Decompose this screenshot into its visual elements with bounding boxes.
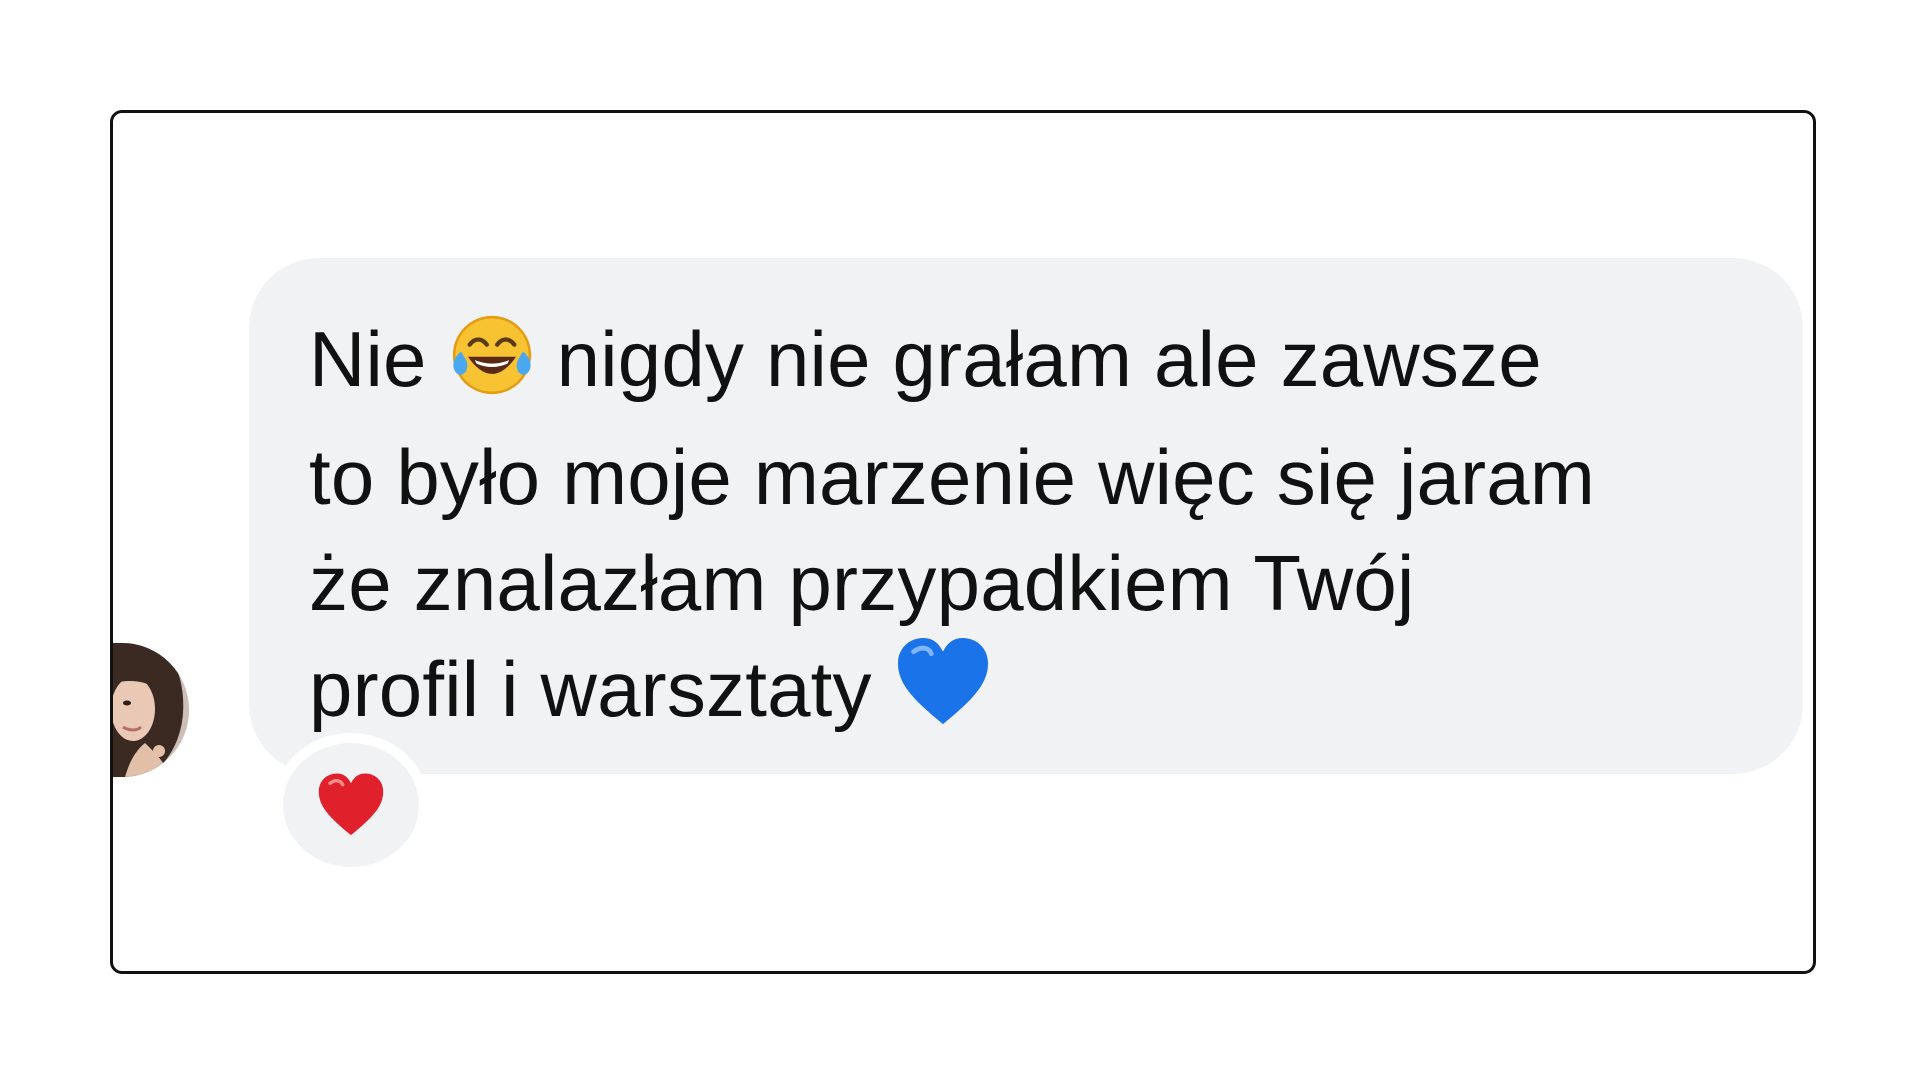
avatar[interactable]	[113, 643, 189, 777]
message-bubble[interactable]: Nie nigdy nie grałam ale zawsze to było …	[249, 258, 1803, 774]
blue-heart-icon	[894, 636, 992, 754]
message-text-segment: to było moje marzenie więc się jaram	[309, 433, 1596, 521]
message-text-segment: Nie	[309, 315, 427, 403]
conversation-frame: Nie nigdy nie grałam ale zawsze to było …	[110, 110, 1816, 974]
avatar-photo	[113, 643, 189, 777]
face-with-tears-of-joy-icon	[449, 312, 535, 424]
message-text: Nie nigdy nie grałam ale zawsze to było …	[309, 306, 1763, 754]
message-text-segment: profil i warsztaty	[309, 645, 872, 733]
message-text-segment: że znalazłam przypadkiem Twój	[309, 539, 1415, 627]
message-text-segment: nigdy nie grałam ale zawsze	[556, 315, 1542, 403]
reaction-badge[interactable]	[273, 733, 429, 877]
red-heart-icon	[318, 773, 384, 836]
